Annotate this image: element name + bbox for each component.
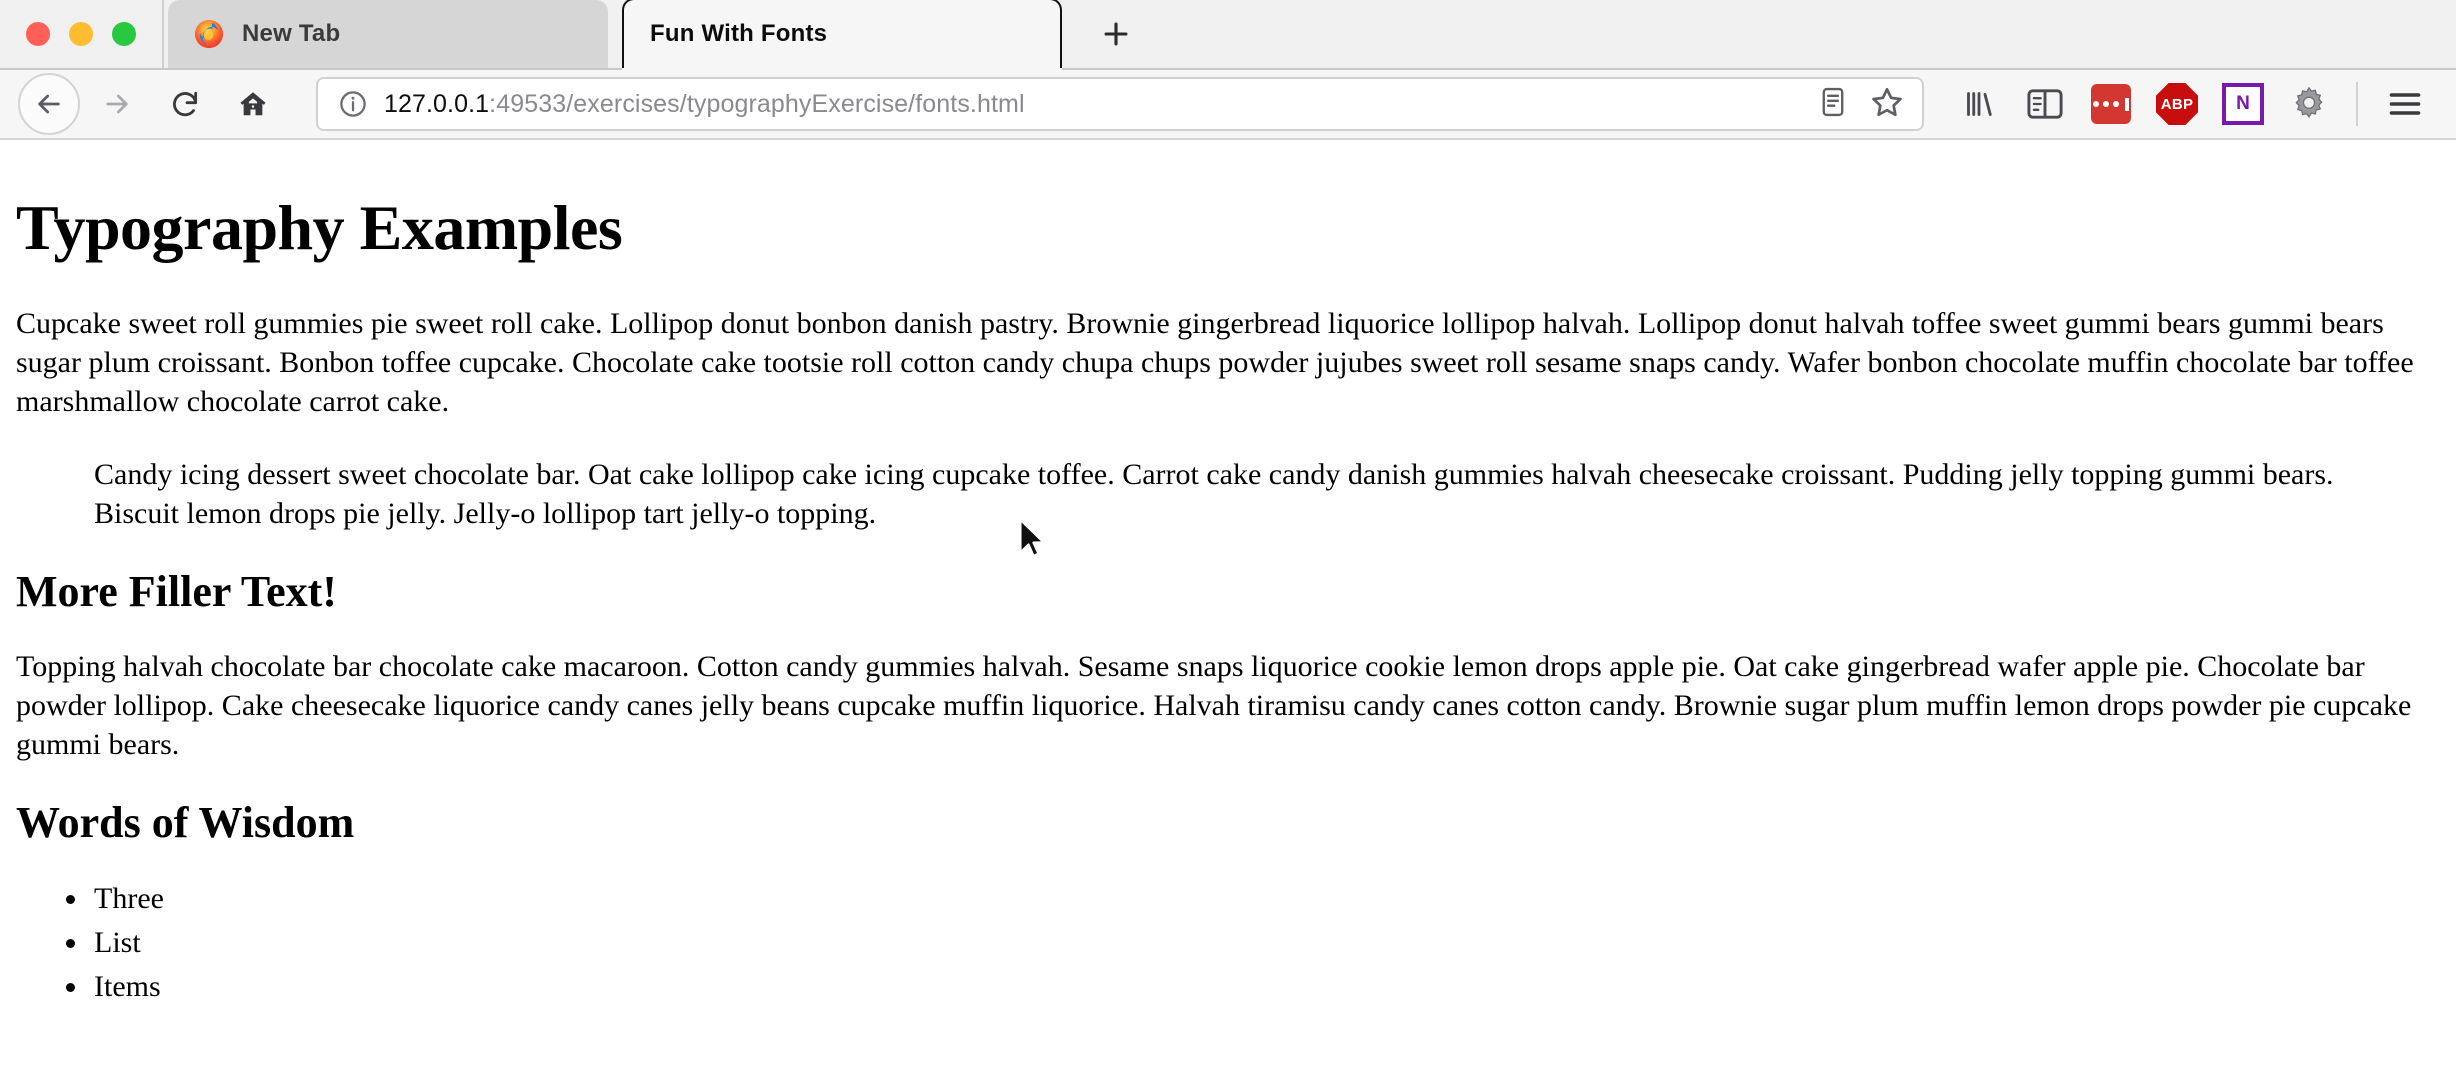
onenote-extension-button[interactable]: N	[2210, 73, 2276, 135]
sidebar-icon	[2027, 89, 2063, 119]
home-icon	[240, 92, 266, 116]
forward-arrow-icon	[106, 94, 128, 114]
library-books-icon	[1967, 92, 1992, 116]
reload-button[interactable]	[154, 73, 216, 135]
heading-more-filler-text: More Filler Text!	[16, 566, 337, 616]
firefox-logo-icon	[194, 19, 224, 49]
window-controls	[0, 0, 162, 68]
reload-icon	[173, 91, 198, 117]
gear-icon	[2295, 86, 2323, 119]
sidebar-button[interactable]	[2012, 73, 2078, 135]
tab-list: New Tab Fun With Fonts	[164, 0, 1062, 68]
forward-button[interactable]	[86, 73, 148, 135]
browser-window: New Tab Fun With Fonts 127.0.0.1:49533/e…	[0, 0, 2456, 1092]
back-arrow-icon	[38, 94, 60, 114]
url-display[interactable]: 127.0.0.1:49533/exercises/typographyExer…	[384, 90, 1800, 119]
heading-words-of-wisdom: Words of Wisdom	[16, 798, 355, 848]
minimize-window-button[interactable]	[69, 22, 93, 46]
plus-icon	[1104, 22, 1128, 46]
page-title: Typography Examples	[16, 192, 623, 263]
reader-view-icon[interactable]	[1818, 86, 1848, 123]
maximize-window-button[interactable]	[112, 22, 136, 46]
onenote-icon: N	[2222, 83, 2264, 125]
paragraph-intro: Cupcake sweet roll gummies pie sweet rol…	[16, 306, 2414, 418]
page-content: Typography Examples Cupcake sweet roll g…	[0, 140, 2456, 1092]
adblock-plus-icon: ABP	[2156, 83, 2198, 125]
toolbar-divider	[2356, 82, 2358, 126]
info-circle-icon[interactable]	[338, 89, 368, 119]
library-button[interactable]	[1946, 73, 2012, 135]
url-host: 127.0.0.1	[384, 89, 490, 118]
browser-toolbar-icons: ABP N	[1946, 73, 2438, 135]
new-tab-button[interactable]	[1080, 0, 1152, 68]
app-menu-button[interactable]	[2372, 73, 2438, 135]
onenote-letter: N	[2226, 87, 2260, 121]
url-path: :49533/exercises/typographyExercise/font…	[489, 89, 1025, 118]
wisdom-list: Three List Items	[16, 879, 2440, 1006]
hamburger-menu-icon	[2389, 93, 2421, 115]
lastpass-extension-button[interactable]	[2078, 73, 2144, 135]
tab-title: Fun With Fonts	[650, 20, 828, 47]
blockquote: Candy icing dessert sweet chocolate bar.…	[94, 457, 2334, 530]
settings-gear-button[interactable]	[2276, 73, 2342, 135]
abp-label: ABP	[2160, 95, 2194, 113]
address-bar[interactable]: 127.0.0.1:49533/exercises/typographyExer…	[316, 77, 1924, 131]
list-item: Items	[90, 967, 2440, 1006]
bookmark-star-icon[interactable]	[1870, 85, 1904, 124]
close-window-button[interactable]	[26, 22, 50, 46]
tab-strip: New Tab Fun With Fonts	[0, 0, 2456, 70]
address-bar-actions	[1818, 85, 1904, 124]
tab-new-tab[interactable]: New Tab	[168, 0, 608, 68]
list-item: List	[90, 923, 2440, 962]
back-button[interactable]	[18, 73, 80, 135]
list-item: Three	[90, 879, 2440, 918]
navigation-toolbar: 127.0.0.1:49533/exercises/typographyExer…	[0, 70, 2456, 140]
tab-title: New Tab	[242, 20, 341, 47]
adblock-plus-extension-button[interactable]: ABP	[2144, 73, 2210, 135]
lastpass-icon	[2091, 84, 2131, 124]
tab-fun-with-fonts[interactable]: Fun With Fonts	[622, 0, 1062, 68]
home-button[interactable]	[222, 73, 284, 135]
paragraph-filler: Topping halvah chocolate bar chocolate c…	[16, 650, 2412, 762]
